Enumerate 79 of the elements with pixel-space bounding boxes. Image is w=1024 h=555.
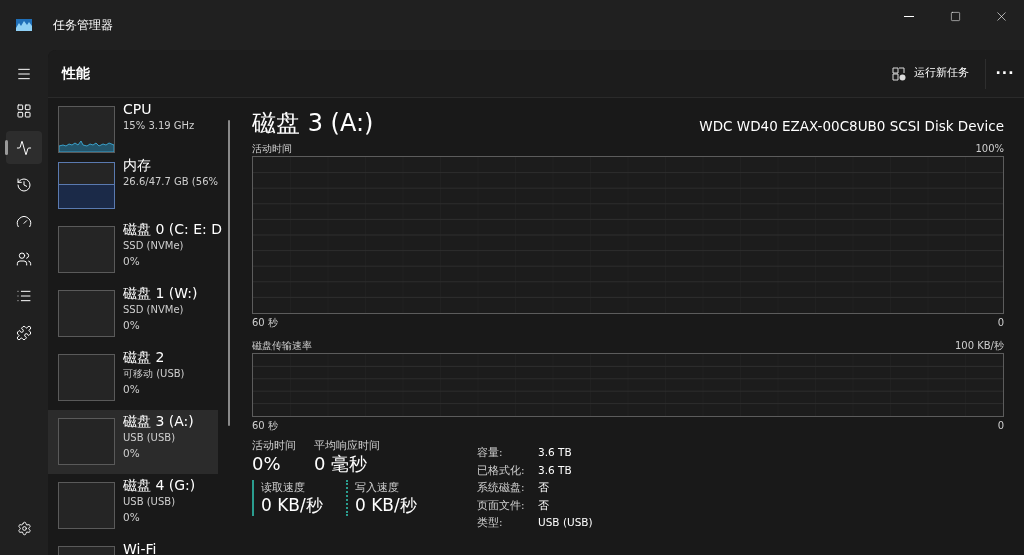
device-name: 磁盘 4 (G:) — [123, 476, 197, 494]
nav-button[interactable] — [6, 131, 42, 164]
settings-icon — [16, 521, 32, 536]
device-name: 磁盘 3 (A:) — [123, 412, 195, 430]
grid-icon — [16, 102, 32, 119]
property-label: 类型: — [477, 515, 504, 530]
speed-label: 写入速度 — [355, 480, 400, 494]
disk-graph — [58, 418, 115, 465]
stat-value: 0 毫秒 — [314, 452, 369, 476]
selection-indicator — [5, 140, 8, 155]
disk-model: WDC WD40 EZAX-00C8UB0 SCSI Disk Device — [699, 116, 1004, 136]
puzzle-icon — [16, 324, 32, 341]
device-name: 内存 — [123, 156, 152, 174]
device-usage: 0% — [123, 318, 141, 332]
device-detail: SSD (NVMe) — [123, 239, 185, 253]
property-value: 3.6 TB — [538, 445, 572, 460]
property-label: 页面文件: — [477, 497, 526, 513]
disk-title: 磁盘 3 (A:) — [252, 108, 374, 138]
property-label: 容量: — [477, 445, 504, 460]
gauge-icon — [16, 213, 32, 230]
disk-graph — [58, 290, 115, 337]
users-icon — [16, 250, 32, 267]
device-name: 磁盘 0 (C: E: D — [123, 220, 222, 238]
device-usage: 0% — [123, 382, 141, 396]
disk-graph — [58, 482, 115, 529]
stat-label: 平均响应时间 — [314, 438, 380, 452]
device-detail: 15% 3.19 GHz — [123, 119, 196, 133]
property-value: 3.6 TB — [538, 462, 572, 478]
device-detail: SSD (NVMe) — [123, 303, 185, 317]
pulse-icon — [16, 139, 32, 156]
run-new-task-button[interactable]: 运行新任务 — [886, 57, 975, 90]
stat-value: 0% — [252, 452, 282, 476]
device-usage: 0% — [123, 510, 141, 524]
device-item[interactable]: CPU 15% 3.19 GHz — [48, 98, 218, 154]
property-value: 否 — [538, 480, 549, 495]
device-item[interactable]: 内存 26.6/47.7 GB (56% — [48, 154, 218, 218]
sparkline — [59, 140, 114, 152]
device-item[interactable]: 磁盘 1 (W:) SSD (NVMe) 0% — [48, 282, 218, 346]
device-detail: 可移动 (USB) — [123, 367, 186, 381]
graph-label: 活动时间 — [252, 142, 292, 156]
property-label: 已格式化: — [477, 462, 526, 478]
device-item[interactable]: 磁盘 4 (G:) USB (USB) 0% — [48, 474, 218, 538]
minimize-icon — [904, 16, 914, 17]
device-detail: USB (USB) — [123, 431, 177, 445]
memory-usage-area — [59, 184, 114, 208]
device-name: Wi-Fi — [123, 540, 158, 555]
disk-graph — [58, 354, 115, 401]
device-item[interactable]: 磁盘 3 (A:) USB (USB) 0% — [48, 410, 218, 474]
property-value: USB (USB) — [538, 515, 593, 530]
device-name: 磁盘 1 (W:) — [123, 284, 199, 302]
graph-max: 100 KB/秒 — [954, 339, 1004, 353]
property-value: 否 — [538, 497, 549, 513]
graph-time: 60 秒 — [252, 419, 278, 433]
new-task-icon — [892, 66, 906, 81]
graph-time: 60 秒 — [252, 316, 278, 330]
graph-label: 磁盘传输速率 — [252, 339, 312, 353]
device-detail: USB (USB) — [123, 495, 177, 509]
maximize-icon — [949, 11, 961, 22]
app-icon — [16, 19, 32, 31]
device-name: CPU — [123, 100, 153, 118]
graph-min: 0 — [997, 419, 1004, 433]
device-name: 磁盘 2 — [123, 348, 166, 366]
speed-value: 0 KB/秒 — [261, 494, 324, 516]
graph-min: 0 — [997, 316, 1004, 330]
speed-value: 0 KB/秒 — [355, 494, 418, 516]
history-icon — [16, 176, 32, 193]
window-title: 任务管理器 — [53, 17, 113, 34]
device-item[interactable]: 磁盘 2 可移动 (USB) 0% — [48, 346, 218, 410]
property-label: 系统磁盘: — [477, 480, 526, 495]
stat-label: 活动时间 — [252, 438, 296, 452]
graph-max: 100% — [975, 142, 1004, 156]
page-title: 性能 — [62, 64, 90, 83]
device-detail: 26.6/47.7 GB (56% — [123, 175, 218, 189]
device-item[interactable]: Wi-Fi — [48, 538, 218, 555]
device-usage: 0% — [123, 446, 141, 460]
disk-graph — [58, 226, 115, 273]
speed-label: 读取速度 — [261, 480, 306, 494]
more-button[interactable]: ··· — [986, 63, 1024, 84]
device-usage: 0% — [123, 254, 141, 268]
